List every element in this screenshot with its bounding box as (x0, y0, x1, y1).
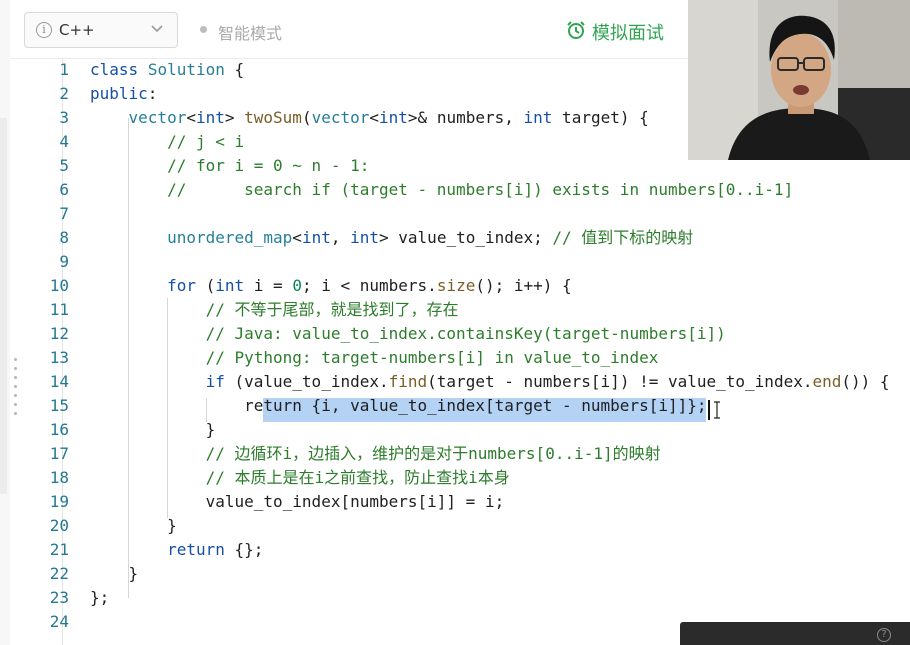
line-number: 19 (49, 492, 69, 511)
webcam-video (688, 0, 910, 160)
text-cursor (708, 400, 710, 420)
line-number: 17 (49, 444, 69, 463)
line-number: 1 (59, 60, 69, 79)
line-number: 14 (49, 372, 69, 391)
line-number: 5 (59, 156, 69, 175)
language-select[interactable]: i C++ (24, 12, 178, 48)
mock-interview-label: 模拟面试 (592, 23, 664, 44)
line-number: 21 (49, 540, 69, 559)
bottom-status-bar: ? (680, 622, 910, 645)
line-number: 12 (49, 324, 69, 343)
left-panel-strip (0, 0, 10, 645)
chevron-down-icon (151, 25, 163, 33)
line-number: 24 (49, 612, 69, 631)
line-number: 4 (59, 132, 69, 151)
line-number: 11 (49, 300, 69, 319)
line-number: 23 (49, 588, 69, 607)
left-panel-edge (0, 118, 7, 494)
line-number: 20 (49, 516, 69, 535)
line-number: 22 (49, 564, 69, 583)
help-icon[interactable]: ? (877, 628, 891, 642)
line-number: 18 (49, 468, 69, 487)
line-number: 9 (59, 252, 69, 271)
webcam-overlay (688, 0, 910, 160)
alarm-clock-icon (567, 21, 585, 39)
status-dot (200, 26, 207, 33)
line-number: 7 (59, 204, 69, 223)
line-number: 13 (49, 348, 69, 367)
smart-mode-label: 智能模式 (218, 24, 283, 43)
line-number: 15 (49, 396, 69, 415)
line-number: 16 (49, 420, 69, 439)
line-number: 6 (59, 180, 69, 199)
line-number: 8 (59, 228, 69, 247)
resize-handle[interactable] (14, 358, 18, 421)
line-number: 10 (49, 276, 69, 295)
ibeam-cursor-icon (714, 401, 720, 419)
language-label: C++ (59, 21, 95, 39)
selected-code: return {i, value_to_index[target - numbe… (244, 396, 707, 415)
info-icon[interactable]: i (36, 22, 52, 38)
line-number: 3 (59, 108, 69, 127)
line-number: 2 (59, 84, 69, 103)
